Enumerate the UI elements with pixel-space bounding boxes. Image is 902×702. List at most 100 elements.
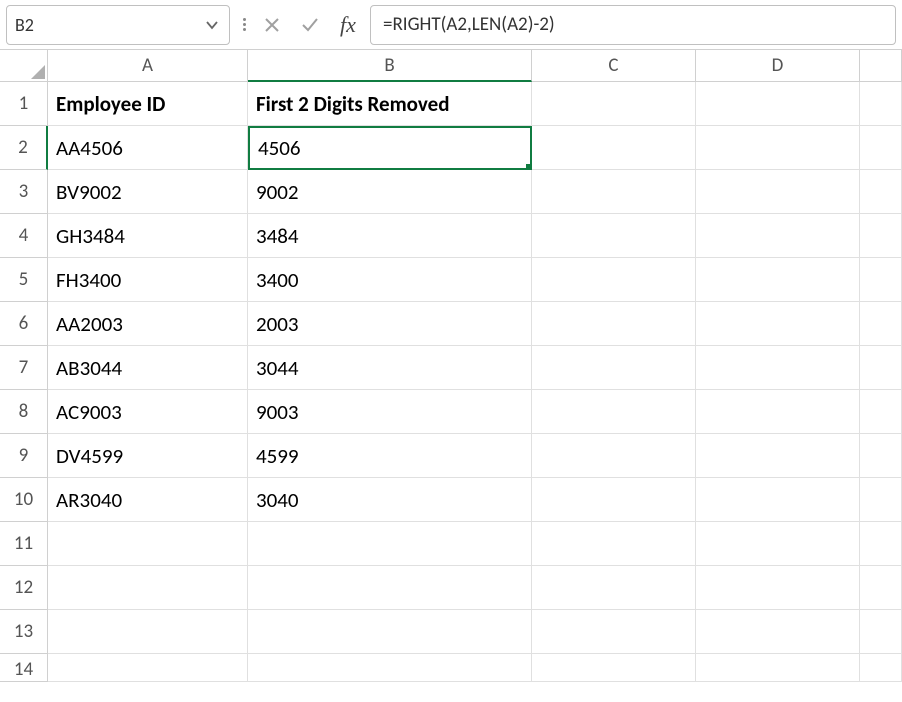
select-all-corner[interactable] (0, 50, 48, 82)
cell[interactable] (532, 126, 696, 170)
cell[interactable] (696, 302, 860, 346)
column-headers: A B C D (48, 50, 902, 82)
cell[interactable] (860, 302, 902, 346)
cell[interactable] (860, 434, 902, 478)
cell[interactable] (860, 390, 902, 434)
cell[interactable] (696, 478, 860, 522)
cell-a1[interactable]: Employee ID (48, 82, 248, 126)
cell[interactable] (696, 258, 860, 302)
cell[interactable] (532, 170, 696, 214)
formula-input-wrap[interactable] (370, 5, 896, 45)
cell[interactable] (860, 170, 902, 214)
cell[interactable] (532, 434, 696, 478)
row-header[interactable]: 11 (0, 522, 48, 566)
cell[interactable] (860, 478, 902, 522)
cell[interactable]: 3400 (248, 258, 532, 302)
cell[interactable] (532, 302, 696, 346)
cell[interactable] (696, 346, 860, 390)
cell[interactable] (860, 654, 902, 682)
cell-c1[interactable] (532, 82, 696, 126)
cell[interactable]: AB3044 (48, 346, 248, 390)
column-header-overflow[interactable] (860, 50, 902, 82)
row-header[interactable]: 2 (0, 126, 48, 170)
cell[interactable] (696, 522, 860, 566)
cell[interactable] (860, 610, 902, 654)
cell[interactable]: 3484 (248, 214, 532, 258)
table-row: BV9002 9002 (48, 170, 902, 214)
cell[interactable] (532, 214, 696, 258)
cell[interactable] (696, 214, 860, 258)
cell[interactable] (532, 654, 696, 682)
row-header[interactable]: 1 (0, 82, 48, 126)
cell[interactable]: AR3040 (48, 478, 248, 522)
cell[interactable] (48, 610, 248, 654)
row-header[interactable]: 7 (0, 346, 48, 390)
cell[interactable]: 9003 (248, 390, 532, 434)
cell-b1[interactable]: First 2 Digits Removed (248, 82, 532, 126)
cell[interactable] (248, 566, 532, 610)
cell-b2-selected[interactable]: 4506 (248, 126, 532, 170)
cell[interactable] (696, 434, 860, 478)
cell[interactable] (532, 390, 696, 434)
formula-input[interactable] (383, 13, 883, 36)
row-header[interactable]: 6 (0, 302, 48, 346)
accept-formula-button[interactable] (296, 11, 324, 39)
column-header-d[interactable]: D (696, 50, 860, 82)
cell[interactable] (248, 522, 532, 566)
chevron-down-icon[interactable] (203, 16, 221, 34)
cell[interactable]: 9002 (248, 170, 532, 214)
cell[interactable]: DV4599 (48, 434, 248, 478)
cell[interactable]: GH3484 (48, 214, 248, 258)
cell[interactable] (532, 478, 696, 522)
cell[interactable] (248, 654, 532, 682)
cell[interactable]: BV9002 (48, 170, 248, 214)
cell[interactable]: 4599 (248, 434, 532, 478)
table-row: AC9003 9003 (48, 390, 902, 434)
cell[interactable] (48, 654, 248, 682)
cell[interactable] (696, 126, 860, 170)
cell[interactable] (532, 258, 696, 302)
cell[interactable] (532, 346, 696, 390)
cell[interactable] (696, 566, 860, 610)
column-header-c[interactable]: C (532, 50, 696, 82)
name-box[interactable]: B2 (6, 5, 230, 45)
cell[interactable] (48, 566, 248, 610)
cell[interactable] (860, 82, 902, 126)
cell[interactable] (248, 610, 532, 654)
cell[interactable]: AC9003 (48, 390, 248, 434)
cell[interactable] (696, 654, 860, 682)
cell[interactable]: FH3400 (48, 258, 248, 302)
row-header[interactable]: 12 (0, 566, 48, 610)
cell[interactable] (532, 522, 696, 566)
cancel-formula-button[interactable] (258, 11, 286, 39)
cell[interactable] (860, 522, 902, 566)
fx-icon[interactable]: fx (334, 11, 362, 39)
cell-a2[interactable]: AA4506 (48, 126, 248, 170)
row-header[interactable]: 10 (0, 478, 48, 522)
cell[interactable] (696, 170, 860, 214)
row-header[interactable]: 3 (0, 170, 48, 214)
row-header[interactable]: 4 (0, 214, 48, 258)
row-header[interactable]: 13 (0, 610, 48, 654)
cell[interactable] (860, 214, 902, 258)
column-header-a[interactable]: A (48, 50, 248, 82)
row-header[interactable]: 14 (0, 654, 48, 682)
cell[interactable] (860, 346, 902, 390)
cell[interactable] (532, 566, 696, 610)
row-header[interactable]: 5 (0, 258, 48, 302)
cell[interactable]: 3040 (248, 478, 532, 522)
cell[interactable] (48, 522, 248, 566)
row-header[interactable]: 8 (0, 390, 48, 434)
cell[interactable] (696, 390, 860, 434)
cell[interactable] (532, 610, 696, 654)
cell[interactable] (860, 566, 902, 610)
cell[interactable]: 3044 (248, 346, 532, 390)
cell[interactable]: AA2003 (48, 302, 248, 346)
cell-d1[interactable] (696, 82, 860, 126)
row-header[interactable]: 9 (0, 434, 48, 478)
cell[interactable] (696, 610, 860, 654)
column-header-b[interactable]: B (248, 50, 532, 82)
cell[interactable] (860, 126, 902, 170)
cell[interactable]: 2003 (248, 302, 532, 346)
cell[interactable] (860, 258, 902, 302)
